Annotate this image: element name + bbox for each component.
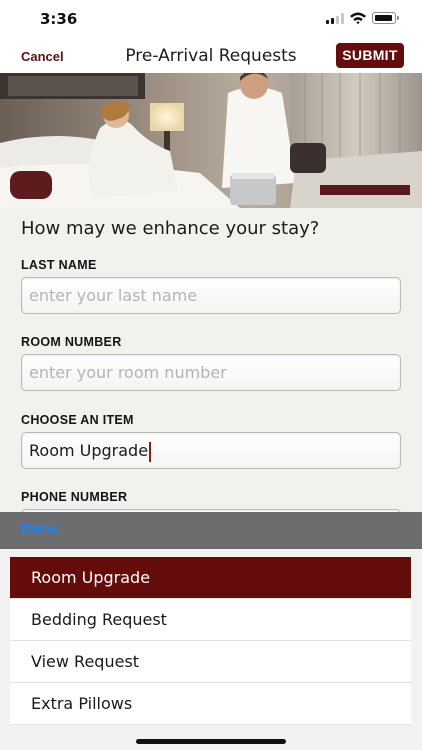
choose-item-input[interactable]: Room Upgrade xyxy=(21,432,401,469)
signal-icon xyxy=(326,13,344,24)
battery-icon xyxy=(372,12,399,24)
home-indicator xyxy=(136,739,286,744)
status-bar: 3:36 xyxy=(0,0,422,38)
room-number-label: ROOM NUMBER xyxy=(21,335,122,349)
submit-button[interactable]: SUBMIT xyxy=(336,43,404,68)
room-number-input[interactable]: enter your room number xyxy=(21,354,401,391)
form-question: How may we enhance your stay? xyxy=(21,218,320,239)
last-name-label: LAST NAME xyxy=(21,258,97,272)
done-button[interactable]: Done xyxy=(21,521,59,538)
picker-option-room-upgrade[interactable]: Room Upgrade xyxy=(10,557,411,599)
choose-item-value: Room Upgrade xyxy=(29,441,149,460)
text-cursor xyxy=(149,441,151,462)
room-number-placeholder: enter your room number xyxy=(29,363,227,382)
nav-bar: Cancel Pre-Arrival Requests SUBMIT xyxy=(0,38,422,73)
picker-option-bedding-request[interactable]: Bedding Request xyxy=(10,599,411,641)
pre-arrival-requests-screen: 3:36 Cancel Pre-Arrival Requests SUBMIT xyxy=(0,0,422,750)
picker-option-extra-pillows[interactable]: Extra Pillows xyxy=(10,683,411,725)
last-name-input[interactable]: enter your last name xyxy=(21,277,401,314)
phone-number-label: PHONE NUMBER xyxy=(21,490,128,504)
item-picker: Room Upgrade Bedding Request View Reques… xyxy=(0,549,422,750)
picker-toolbar: Done xyxy=(0,512,422,549)
picker-list: Room Upgrade Bedding Request View Reques… xyxy=(10,557,411,725)
hotel-room-photo xyxy=(0,73,422,208)
choose-item-label: CHOOSE AN ITEM xyxy=(21,413,134,427)
last-name-placeholder: enter your last name xyxy=(29,286,198,305)
picker-option-view-request[interactable]: View Request xyxy=(10,641,411,683)
status-time: 3:36 xyxy=(40,10,78,28)
wifi-icon xyxy=(350,12,366,25)
